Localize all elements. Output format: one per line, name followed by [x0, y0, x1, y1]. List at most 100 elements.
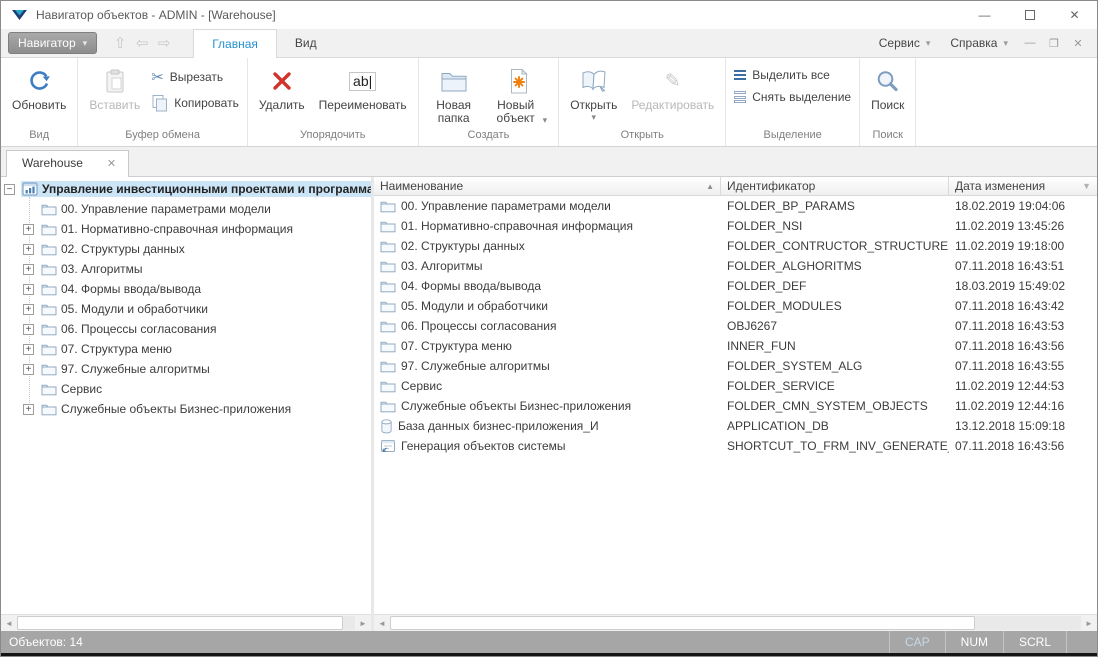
- select-all-button[interactable]: Выделить все: [734, 68, 851, 82]
- table-row[interactable]: 00. Управление параметрами модели FOLDER…: [374, 196, 1097, 216]
- table-row[interactable]: 97. Служебные алгоритмы FOLDER_SYSTEM_AL…: [374, 356, 1097, 376]
- tree-item[interactable]: Служебные объекты Бизнес-приложения: [1, 399, 371, 419]
- child-close-button[interactable]: ✕: [1067, 37, 1089, 50]
- scroll-track[interactable]: [975, 616, 1081, 630]
- tree-item[interactable]: 00. Управление параметрами модели: [1, 199, 371, 219]
- tree-item[interactable]: 97. Служебные алгоритмы: [1, 359, 371, 379]
- cut-button[interactable]: ✂ Вырезать: [151, 68, 239, 86]
- cell-name: 00. Управление параметрами модели: [401, 199, 611, 213]
- table-row[interactable]: Служебные объекты Бизнес-приложения FOLD…: [374, 396, 1097, 416]
- table-row[interactable]: 05. Модули и обработчики FOLDER_MODULES …: [374, 296, 1097, 316]
- table-row[interactable]: 03. Алгоритмы FOLDER_ALGHORITMS 07.11.20…: [374, 256, 1097, 276]
- cell-name: 01. Нормативно-справочная информация: [401, 219, 633, 233]
- expand-icon[interactable]: [23, 304, 34, 315]
- table-row[interactable]: База данных бизнес-приложения_И APPLICAT…: [374, 416, 1097, 436]
- open-label: Открыть: [570, 99, 617, 112]
- expand-icon[interactable]: [23, 264, 34, 275]
- menu-help[interactable]: Справка ▾: [941, 36, 1017, 50]
- expand-icon[interactable]: [23, 344, 34, 355]
- cell-date: 11.02.2019 19:18:00: [955, 239, 1064, 253]
- tree-item[interactable]: Сервис: [1, 379, 371, 399]
- tree-item[interactable]: 01. Нормативно-справочная информация: [1, 219, 371, 239]
- tab-close-icon[interactable]: ✕: [107, 157, 116, 170]
- folder-icon: [41, 242, 57, 256]
- scroll-left-icon[interactable]: ◄: [1, 615, 17, 631]
- cell-id: OBJ6267: [727, 319, 777, 333]
- paste-label: Вставить: [89, 99, 140, 112]
- column-header-id[interactable]: Идентификатор: [721, 177, 949, 195]
- table-row[interactable]: 01. Нормативно-справочная информация FOL…: [374, 216, 1097, 236]
- folder-icon: [41, 262, 57, 276]
- column-header-name[interactable]: Наименование ▲: [374, 177, 721, 195]
- expand-icon[interactable]: [23, 364, 34, 375]
- tree-item[interactable]: 05. Модули и обработчики: [1, 299, 371, 319]
- document-tab-warehouse[interactable]: Warehouse ✕: [6, 150, 129, 177]
- go-forward-button[interactable]: ⇨: [155, 34, 173, 52]
- expand-icon[interactable]: [23, 324, 34, 335]
- cell-name: 03. Алгоритмы: [401, 259, 483, 273]
- expand-icon[interactable]: [23, 224, 34, 235]
- rename-button[interactable]: ab| Переименовать: [312, 61, 414, 112]
- search-label: Поиск: [871, 99, 904, 112]
- group-label-clipboard: Буфер обмена: [78, 127, 247, 146]
- tree-item[interactable]: 03. Алгоритмы: [1, 259, 371, 279]
- tree-item-label: 02. Структуры данных: [61, 242, 185, 256]
- go-up-button[interactable]: ⇧: [111, 34, 129, 52]
- table-row[interactable]: 02. Структуры данных FOLDER_CONTRUCTOR_S…: [374, 236, 1097, 256]
- open-button[interactable]: Открыть ▾: [563, 61, 624, 122]
- new-folder-button[interactable]: Новая папка: [423, 61, 485, 125]
- scroll-thumb[interactable]: [390, 616, 975, 630]
- delete-button[interactable]: Удалить: [252, 61, 312, 112]
- copy-button[interactable]: Копировать: [151, 94, 239, 112]
- collapse-icon[interactable]: [4, 184, 15, 195]
- chevron-down-icon: ▾: [83, 38, 88, 48]
- tree-item[interactable]: 07. Структура меню: [1, 339, 371, 359]
- copy-icon: [151, 94, 168, 112]
- expand-icon[interactable]: [23, 404, 34, 415]
- tree-horizontal-scrollbar[interactable]: ◄ ►: [1, 614, 371, 631]
- window-maximize-button[interactable]: [1007, 1, 1052, 29]
- search-button[interactable]: Поиск: [864, 61, 911, 112]
- table-row[interactable]: Сервис FOLDER_SERVICE 11.02.2019 12:44:5…: [374, 376, 1097, 396]
- table-row[interactable]: Генерация объектов системы SHORTCUT_TO_F…: [374, 436, 1097, 456]
- table-row[interactable]: 06. Процессы согласования OBJ6267 07.11.…: [374, 316, 1097, 336]
- tree-root-item[interactable]: Управление инвестиционными проектами и п…: [1, 179, 371, 199]
- scroll-left-icon[interactable]: ◄: [374, 615, 390, 631]
- tree-item[interactable]: 04. Формы ввода/вывода: [1, 279, 371, 299]
- expand-icon[interactable]: [23, 244, 34, 255]
- scroll-thumb[interactable]: [17, 616, 343, 630]
- cell-name: 02. Структуры данных: [401, 239, 525, 253]
- deselect-button[interactable]: Снять выделение: [734, 90, 851, 104]
- go-back-button[interactable]: ⇦: [133, 34, 151, 52]
- scroll-right-icon[interactable]: ►: [355, 615, 371, 631]
- ribbon-group-view: Обновить Вид: [1, 58, 78, 146]
- edit-button[interactable]: ✎ Редактировать: [624, 61, 721, 112]
- ribbon-tab-view[interactable]: Вид: [277, 29, 335, 57]
- filter-dropdown-icon[interactable]: ▼: [1082, 181, 1091, 191]
- scroll-right-icon[interactable]: ►: [1081, 615, 1097, 631]
- ribbon-minimize-button[interactable]: —: [1019, 37, 1041, 49]
- tree-item[interactable]: 06. Процессы согласования: [1, 319, 371, 339]
- tree-item-label: 00. Управление параметрами модели: [61, 202, 271, 216]
- window-close-button[interactable]: ✕: [1052, 1, 1097, 29]
- cut-label: Вырезать: [170, 70, 223, 84]
- expand-icon[interactable]: [23, 284, 34, 295]
- table-horizontal-scrollbar[interactable]: ◄ ►: [374, 614, 1097, 631]
- chevron-down-icon: ▾: [591, 112, 596, 122]
- column-header-id-label: Идентификатор: [727, 179, 815, 193]
- new-object-button[interactable]: Новый объект ▾: [485, 61, 555, 125]
- select-all-label: Выделить все: [752, 68, 830, 82]
- tree-item[interactable]: 02. Структуры данных: [1, 239, 371, 259]
- window-minimize-button[interactable]: —: [962, 1, 1007, 29]
- child-restore-button[interactable]: ❐: [1043, 37, 1065, 50]
- navigator-app-button[interactable]: Навигатор ▾: [8, 32, 97, 54]
- ribbon-tab-home[interactable]: Главная: [193, 29, 277, 58]
- column-header-date[interactable]: Дата изменения ▼: [949, 177, 1097, 195]
- table-row[interactable]: 04. Формы ввода/вывода FOLDER_DEF 18.03.…: [374, 276, 1097, 296]
- paste-button[interactable]: Вставить: [82, 61, 147, 112]
- tree-pane: Управление инвестиционными проектами и п…: [1, 177, 374, 631]
- table-row[interactable]: 07. Структура меню INNER_FUN 07.11.2018 …: [374, 336, 1097, 356]
- menu-service[interactable]: Сервис ▾: [870, 36, 940, 50]
- scroll-track[interactable]: [343, 616, 355, 630]
- refresh-button[interactable]: Обновить: [5, 61, 73, 112]
